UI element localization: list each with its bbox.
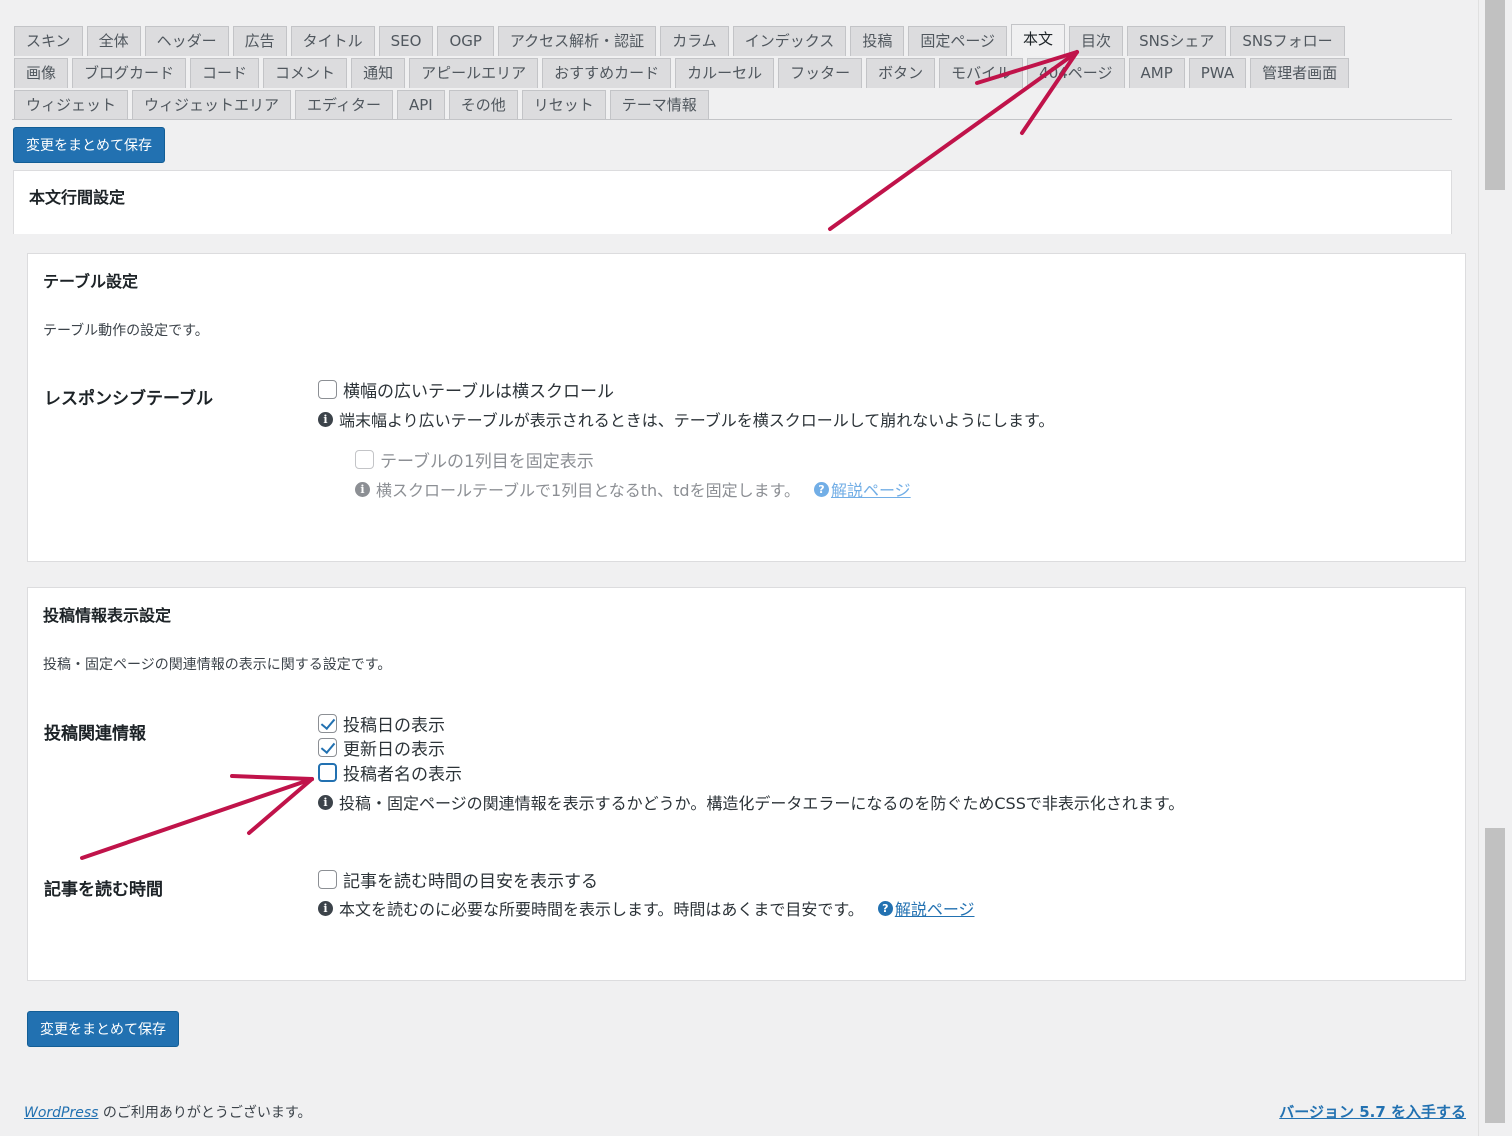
post-info-panel-title: 投稿情報表示設定 xyxy=(43,606,172,625)
wordpress-link[interactable]: WordPress xyxy=(24,1105,98,1121)
tab-1-8[interactable]: フッター xyxy=(778,58,863,88)
tab-0-5[interactable]: SEO xyxy=(378,26,434,56)
save-button-top[interactable]: 変更をまとめて保存 xyxy=(13,127,165,163)
tab-2-1[interactable]: ウィジェットエリア xyxy=(132,90,292,120)
help-icon: ? xyxy=(813,481,829,497)
reading-time-note-text: 本文を読むのに必要な所要時間を表示します。時間はあくまで目安です。 xyxy=(339,900,864,919)
post-related-note: i 投稿・固定ページの関連情報を表示するかどうか。構造化データエラーになるのを防… xyxy=(318,790,1184,814)
update-date-checkbox[interactable] xyxy=(318,738,337,757)
reading-time-checkbox[interactable] xyxy=(318,870,337,889)
tab-0-3[interactable]: 広告 xyxy=(232,26,287,56)
info-icon: i xyxy=(318,794,333,810)
post-date-checkbox[interactable] xyxy=(318,714,337,733)
scrollbar-thumb-bottom[interactable] xyxy=(1485,828,1505,1123)
tab-2-2[interactable]: エディター xyxy=(295,90,393,120)
post-date-option-label: 投稿日の表示 xyxy=(343,716,445,736)
info-icon: i xyxy=(355,481,370,497)
tab-0-1[interactable]: 全体 xyxy=(86,26,141,56)
tab-row-3: ウィジェット ウィジェットエリア エディター API その他 リセット テーマ情報 xyxy=(12,88,1452,120)
scrollbar[interactable] xyxy=(1478,0,1512,1136)
get-version-link[interactable]: バージョン 5.7 を入手する xyxy=(1279,1101,1466,1122)
footer-thanks: WordPress のご利用ありがとうございます。 xyxy=(24,1102,312,1122)
table-help-link[interactable]: 解説ページ xyxy=(831,477,911,501)
tab-1-0[interactable]: 画像 xyxy=(14,58,69,88)
footer-thanks-text: のご利用ありがとうございます。 xyxy=(98,1105,312,1121)
line-height-panel-title: 本文行間設定 xyxy=(29,188,126,207)
settings-tabs: スキン 全体 ヘッダー 広告 タイトル SEO OGP アクセス解析・認証 カラム インデックス投… xyxy=(12,24,1452,120)
tab-1-13[interactable]: PWA xyxy=(1188,58,1247,88)
fix-first-column-note-text: 横スクロールテーブルで1列目となるth、tdを固定します。 xyxy=(376,481,800,500)
tab-0-11[interactable]: 固定ページ xyxy=(908,26,1008,56)
tab-2-3[interactable]: API xyxy=(396,90,445,120)
post-info-panel: 投稿情報表示設定 投稿・固定ページの関連情報の表示に関する設定です。 投稿関連情… xyxy=(27,587,1466,981)
post-related-note-text: 投稿・固定ページの関連情報を表示するかどうか。構造化データエラーになるのを防ぐた… xyxy=(339,794,1185,813)
author-name-option[interactable]: 投稿者名の表示 xyxy=(318,760,462,785)
tab-1-12[interactable]: AMP xyxy=(1128,58,1185,88)
tabs-divider xyxy=(12,119,1452,120)
tab-1-1[interactable]: ブログカード xyxy=(72,58,187,88)
info-icon: i xyxy=(318,411,333,427)
tab-0-14[interactable]: SNSシェア xyxy=(1127,26,1227,56)
reading-time-option[interactable]: 記事を読む時間の目安を表示する xyxy=(318,867,598,892)
tab-0-4[interactable]: タイトル xyxy=(290,26,375,56)
responsive-scroll-option[interactable]: 横幅の広いテーブルは横スクロール xyxy=(318,377,614,402)
tab-1-9[interactable]: ボタン xyxy=(866,58,936,88)
line-height-panel: 本文行間設定 xyxy=(13,170,1452,234)
responsive-scroll-option-label: 横幅の広いテーブルは横スクロール xyxy=(343,382,614,402)
update-date-option-label: 更新日の表示 xyxy=(343,740,445,760)
tab-0-8[interactable]: カラム xyxy=(660,26,729,56)
post-date-option[interactable]: 投稿日の表示 xyxy=(318,711,445,736)
tab-0-6[interactable]: OGP xyxy=(437,26,494,56)
author-name-checkbox[interactable] xyxy=(318,763,337,782)
table-panel-title: テーブル設定 xyxy=(43,272,139,291)
tab-1-6[interactable]: おすすめカード xyxy=(542,58,672,88)
table-settings-panel: テーブル設定 テーブル動作の設定です。 レスポンシブテーブル 横幅の広いテーブル… xyxy=(27,253,1466,562)
tab-0-12[interactable]: 本文 xyxy=(1011,24,1066,56)
tab-0-9[interactable]: インデックス xyxy=(732,26,847,56)
table-panel-desc: テーブル動作の設定です。 xyxy=(43,323,209,339)
help-icon: ? xyxy=(877,900,893,916)
tab-row-2: 画像 ブログカード コード コメント 通知 アピールエリア おすすめカード カルーセル フッター… xyxy=(12,56,1452,88)
tab-1-3[interactable]: コメント xyxy=(263,58,348,88)
tab-0-2[interactable]: ヘッダー xyxy=(144,26,229,56)
reading-time-option-label: 記事を読む時間の目安を表示する xyxy=(343,872,598,892)
fix-first-column-note: i 横スクロールテーブルで1列目となるth、tdを固定します。 ? 解説ページ xyxy=(355,477,911,501)
tab-2-4[interactable]: その他 xyxy=(448,90,518,120)
update-date-option[interactable]: 更新日の表示 xyxy=(318,735,445,760)
tab-1-5[interactable]: アピールエリア xyxy=(409,58,539,88)
responsive-table-label: レスポンシブテーブル xyxy=(44,389,213,409)
post-related-info-label: 投稿関連情報 xyxy=(44,724,146,744)
post-info-panel-desc: 投稿・固定ページの関連情報の表示に関する設定です。 xyxy=(43,657,392,673)
tab-0-15[interactable]: SNSフォロー xyxy=(1230,26,1345,56)
responsive-scroll-note-text: 端末幅より広いテーブルが表示されるときは、テーブルを横スクロールして崩れないよう… xyxy=(339,411,1055,430)
info-icon: i xyxy=(318,900,333,916)
reading-time-note: i 本文を読むのに必要な所要時間を表示します。時間はあくまで目安です。 ? 解説… xyxy=(318,896,975,920)
scrollbar-thumb-top[interactable] xyxy=(1485,0,1505,190)
save-button-bottom[interactable]: 変更をまとめて保存 xyxy=(27,1011,179,1047)
author-name-option-label: 投稿者名の表示 xyxy=(343,765,462,785)
tab-1-10[interactable]: モバイル xyxy=(939,58,1024,88)
fix-first-column-option-label: テーブルの1列目を固定表示 xyxy=(380,452,594,472)
tab-1-14[interactable]: 管理者画面 xyxy=(1250,58,1350,88)
fix-first-column-option[interactable]: テーブルの1列目を固定表示 xyxy=(355,447,594,472)
reading-time-help-link[interactable]: 解説ページ xyxy=(895,896,975,920)
tab-1-4[interactable]: 通知 xyxy=(351,58,406,88)
responsive-scroll-note: i 端末幅より広いテーブルが表示されるときは、テーブルを横スクロールして崩れない… xyxy=(318,407,1054,431)
tab-0-7[interactable]: アクセス解析・認証 xyxy=(497,26,657,56)
fix-first-column-checkbox[interactable] xyxy=(355,450,374,469)
reading-time-label: 記事を読む時間 xyxy=(44,880,163,900)
tab-0-0[interactable]: スキン xyxy=(14,26,83,56)
tab-1-11[interactable]: 404ページ xyxy=(1027,58,1125,88)
tab-1-2[interactable]: コード xyxy=(190,58,260,88)
tab-0-13[interactable]: 目次 xyxy=(1069,26,1124,56)
tab-2-5[interactable]: リセット xyxy=(521,90,606,120)
tab-row-1: スキン 全体 ヘッダー 広告 タイトル SEO OGP アクセス解析・認証 カラム インデックス投… xyxy=(12,24,1452,56)
tab-2-6[interactable]: テーマ情報 xyxy=(609,90,709,120)
responsive-scroll-checkbox[interactable] xyxy=(318,380,337,399)
tab-0-10[interactable]: 投稿 xyxy=(850,26,905,56)
tab-2-0[interactable]: ウィジェット xyxy=(14,90,129,120)
tab-1-7[interactable]: カルーセル xyxy=(675,58,775,88)
